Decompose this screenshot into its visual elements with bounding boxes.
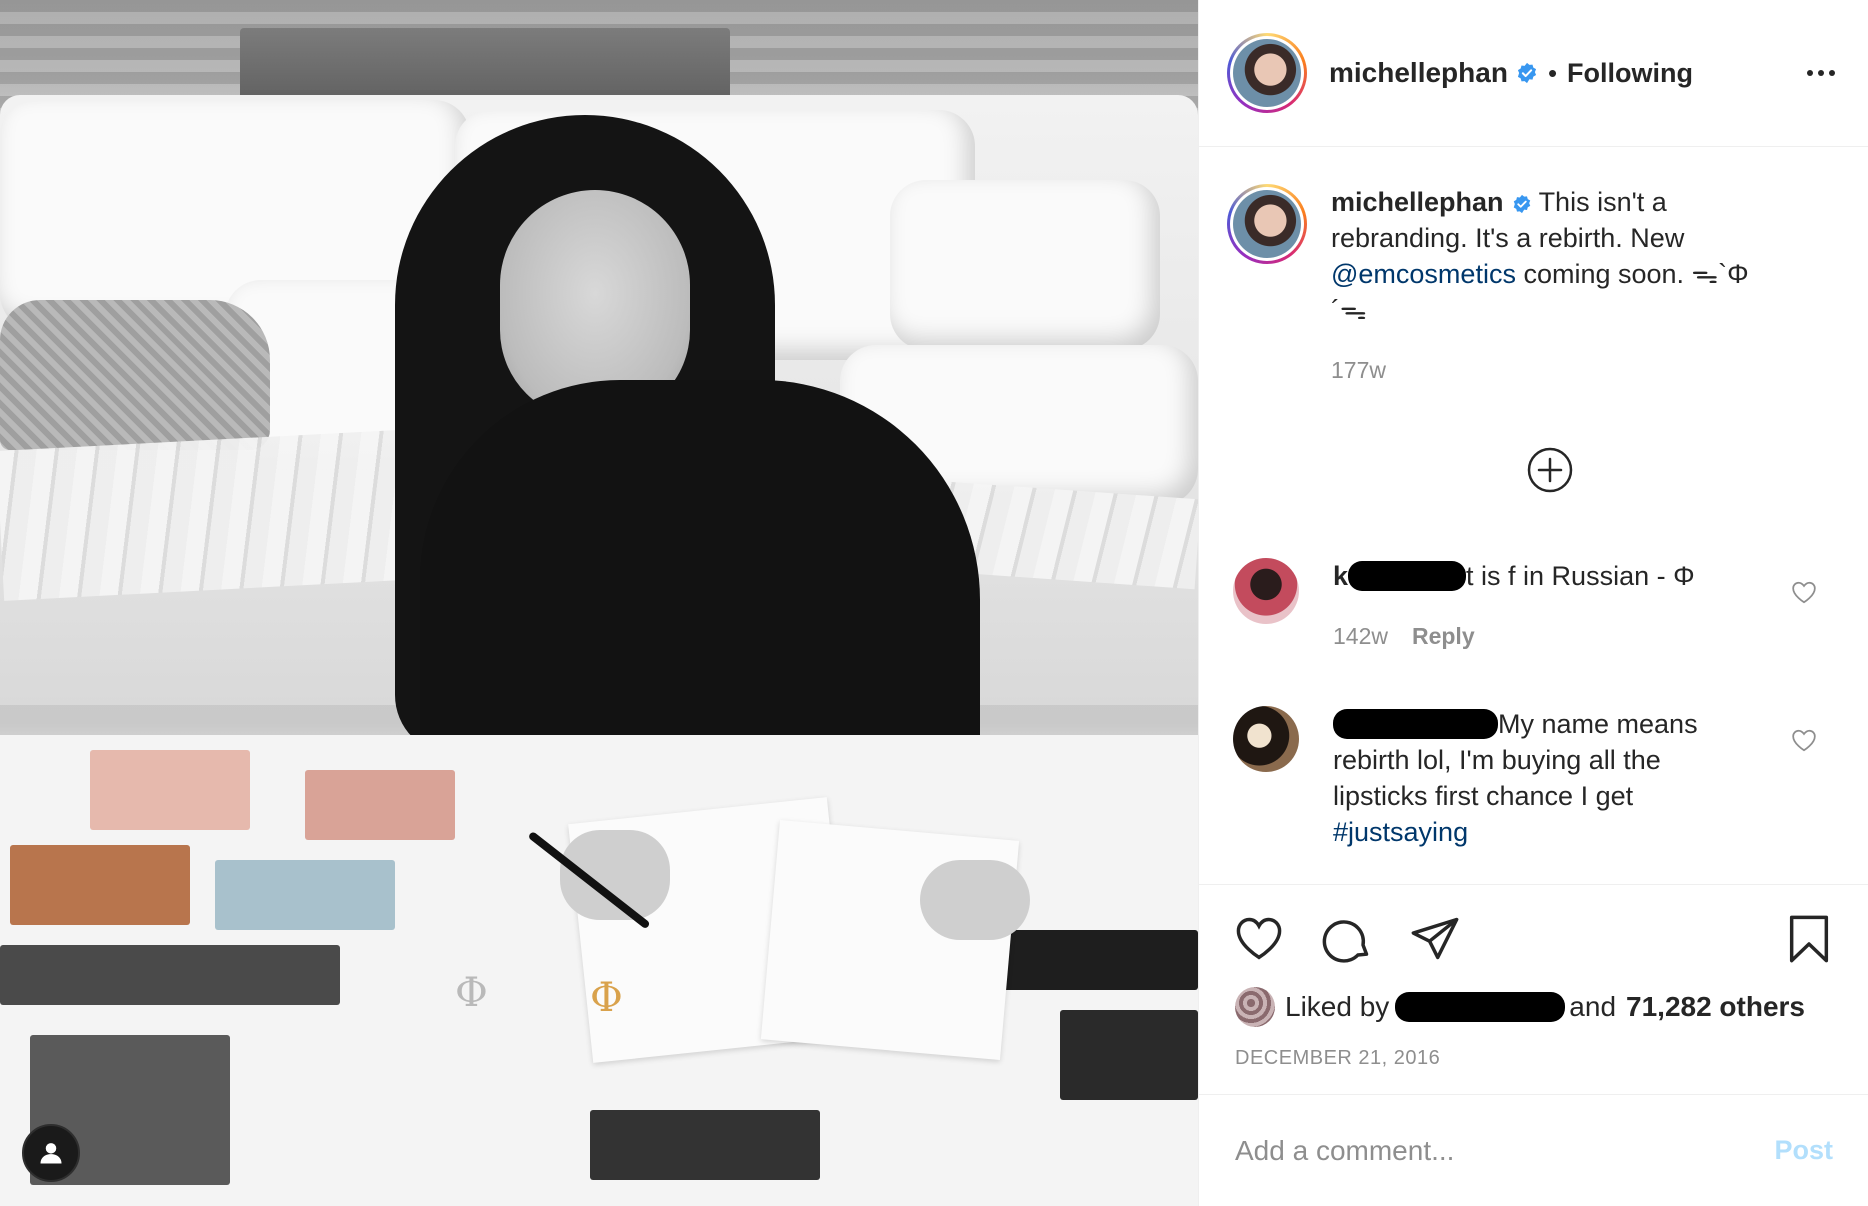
post-comment-button[interactable]: Post	[1774, 1135, 1833, 1166]
post-photo[interactable]: Φ Φ	[0, 0, 1198, 1206]
following-button[interactable]: Following	[1567, 58, 1693, 89]
liker-avatar[interactable]	[1235, 987, 1275, 1027]
heart-icon[interactable]	[1233, 913, 1285, 965]
commenter-username-prefix[interactable]: k	[1333, 561, 1348, 591]
comment-timestamp[interactable]: 142w	[1333, 623, 1388, 649]
moodboard-black-card	[1000, 930, 1198, 990]
redaction-bar	[1395, 992, 1566, 1022]
redaction-bar	[1333, 709, 1498, 739]
sketch-paper-2	[760, 819, 1020, 1061]
likes-conjunction: and	[1569, 991, 1617, 1022]
post-actions: Liked by and 71,282 others DECEMBER 21, …	[1199, 884, 1868, 1094]
person-icon	[40, 1143, 62, 1164]
heart-icon[interactable]	[1791, 580, 1817, 604]
redaction-bar	[1348, 561, 1467, 591]
caption-mention-link[interactable]: @emcosmetics	[1331, 259, 1516, 289]
moodboard-blue-crystals	[215, 860, 395, 930]
moodboard-dark-bottom	[590, 1110, 820, 1180]
phi-sketch-gold: Φ	[590, 975, 623, 1021]
reply-button[interactable]: Reply	[1412, 623, 1475, 649]
author-avatar[interactable]	[1227, 33, 1307, 113]
phi-sketch-gray: Φ	[455, 970, 488, 1016]
paper-plane-icon[interactable]	[1409, 913, 1461, 965]
likes-count-link[interactable]: 71,282 others	[1626, 991, 1805, 1023]
sofa-cushion-right	[890, 180, 1160, 350]
comments-section[interactable]: michellephan This isn't a rebranding. It…	[1199, 148, 1868, 883]
post-caption: michellephan This isn't a rebranding. It…	[1227, 184, 1837, 388]
commenter-avatar[interactable]	[1233, 706, 1299, 772]
comment-icon[interactable]	[1321, 913, 1373, 965]
comment-item: k t is f in Russian - Φ 142w Reply	[1233, 558, 1843, 654]
liked-by-prefix: Liked by	[1285, 991, 1390, 1022]
post-date[interactable]: DECEMBER 21, 2016	[1235, 1047, 1440, 1070]
add-comment-bar: Post	[1199, 1094, 1868, 1206]
caption-timestamp[interactable]: 177w	[1331, 352, 1751, 388]
bookmark-icon[interactable]	[1783, 913, 1835, 965]
header-separator: •	[1547, 57, 1558, 88]
moodboard-pink-crystals	[90, 750, 250, 830]
paper-stack-left	[0, 429, 424, 601]
likes-summary: Liked by and 71,282 others	[1235, 987, 1805, 1027]
author-username[interactable]: michellephan	[1329, 57, 1508, 89]
moodboard-black-card-2	[1060, 1010, 1198, 1100]
moodboard-orange-stones	[10, 845, 190, 925]
caption-avatar[interactable]	[1227, 184, 1307, 264]
post-header: michellephan • Following	[1199, 0, 1868, 147]
comment-input[interactable]	[1235, 1134, 1775, 1167]
moodboard-crystals-2	[305, 770, 455, 840]
load-more-comments-icon[interactable]	[1526, 446, 1574, 494]
caption-username[interactable]: michellephan	[1331, 187, 1504, 217]
comment-text: t is f in Russian - Φ	[1466, 561, 1695, 591]
knit-pillow	[0, 300, 270, 450]
verified-badge-icon	[1517, 62, 1537, 84]
comment-item: My name means rebirth lol, I'm buying al…	[1233, 706, 1843, 850]
moodboard-dark-row	[0, 945, 340, 1005]
verified-badge-icon	[1513, 194, 1530, 214]
commenter-avatar[interactable]	[1233, 558, 1299, 624]
right-hand	[920, 860, 1030, 940]
post-side-panel: michellephan • Following michellephan Th	[1198, 0, 1868, 1206]
tagged-users-button[interactable]	[22, 1124, 80, 1182]
comment-hashtag-link[interactable]: #justsaying	[1333, 817, 1468, 847]
heart-icon[interactable]	[1791, 728, 1817, 752]
more-options-icon[interactable]	[1801, 58, 1841, 88]
